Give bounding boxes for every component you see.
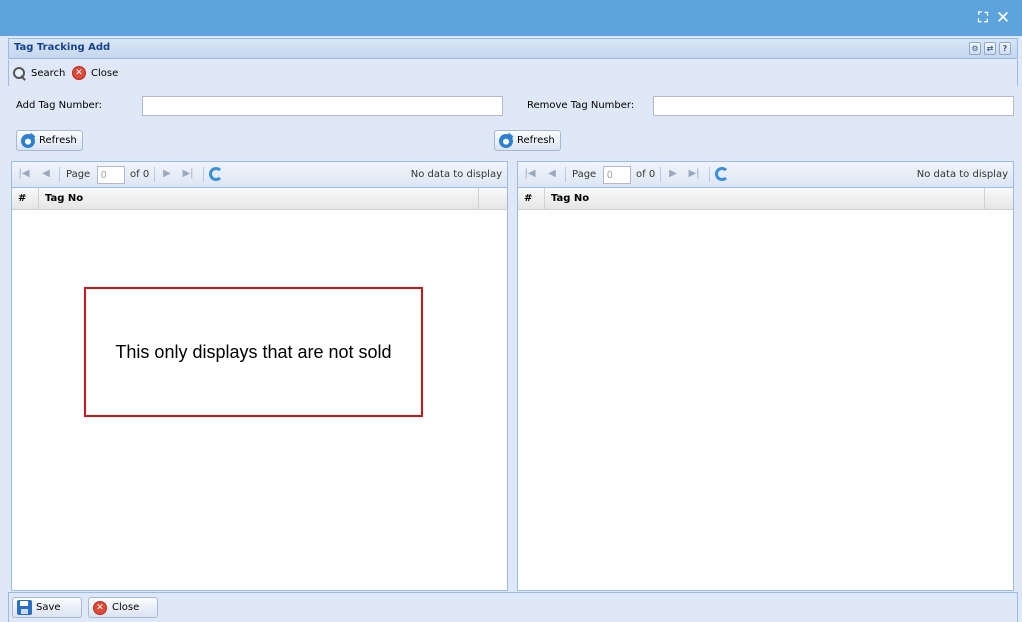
add-tag-label: Add Tag Number: <box>16 100 103 111</box>
grid-refresh-icon[interactable] <box>715 167 729 181</box>
separator <box>660 167 661 182</box>
first-page-icon[interactable]: |◀ <box>18 168 30 180</box>
grid-refresh-icon[interactable] <box>209 167 223 181</box>
search-button[interactable]: Search <box>12 65 65 81</box>
separator <box>709 167 710 182</box>
gear-icon[interactable]: ⚙ <box>969 42 981 55</box>
last-page-icon[interactable]: ▶| <box>688 168 700 180</box>
close-button[interactable]: ✕ Close <box>72 65 118 81</box>
save-label: Save <box>36 602 61 613</box>
column-tag-no[interactable]: Tag No <box>545 188 985 209</box>
annotation-callout: This only displays that are not sold <box>84 287 423 417</box>
maximize-icon[interactable]: ⛶ <box>975 9 991 27</box>
panel-title: Tag Tracking Add <box>14 42 111 53</box>
close-label: Close <box>91 67 119 79</box>
prev-page-icon[interactable]: ◀ <box>546 168 558 180</box>
page-label: Page <box>572 169 597 180</box>
last-page-icon[interactable]: ▶| <box>182 168 194 180</box>
refresh-label: Refresh <box>39 135 77 146</box>
refresh-icon <box>499 133 513 148</box>
close-icon: ✕ <box>93 600 107 615</box>
separator <box>565 167 566 182</box>
next-page-icon[interactable]: ▶ <box>161 168 173 180</box>
column-number[interactable]: # <box>518 188 545 209</box>
separator <box>59 167 60 182</box>
footer-toolbar: Save ✕ Close <box>8 592 1018 622</box>
refresh-button-right[interactable]: Refresh <box>494 130 561 151</box>
panel-header: Tag Tracking Add ⚙ ⇄ ? <box>8 38 1018 59</box>
paging-toolbar: |◀ ◀ Page of 0 ▶ ▶| No data to display <box>12 162 507 188</box>
help-icon[interactable]: ? <box>999 42 1011 55</box>
separator <box>203 167 204 182</box>
next-page-icon[interactable]: ▶ <box>667 168 679 180</box>
empty-message: No data to display <box>410 169 502 180</box>
page-input[interactable] <box>603 166 631 184</box>
grid-header: # Tag No <box>518 188 1013 210</box>
remove-tag-label: Remove Tag Number: <box>527 100 635 111</box>
remove-tags-grid: |◀ ◀ Page of 0 ▶ ▶| No data to display #… <box>517 161 1014 591</box>
remove-tag-input[interactable] <box>653 96 1014 116</box>
page-count-label: of 0 <box>130 169 150 180</box>
empty-message: No data to display <box>916 169 1008 180</box>
grid-header: # Tag No <box>12 188 507 210</box>
refresh-icon <box>21 133 35 148</box>
page-count-label: of 0 <box>636 169 656 180</box>
first-page-icon[interactable]: |◀ <box>524 168 536 180</box>
close-icon: ✕ <box>72 66 86 80</box>
save-button[interactable]: Save <box>12 597 82 618</box>
column-tag-no[interactable]: Tag No <box>39 188 479 209</box>
refresh-icon[interactable]: ⇄ <box>984 42 996 55</box>
page-label: Page <box>66 169 91 180</box>
toolbar: Search ✕ Close <box>8 60 1018 86</box>
save-icon <box>17 600 32 615</box>
close-label: Close <box>112 602 140 613</box>
search-icon <box>12 66 27 81</box>
refresh-button-left[interactable]: Refresh <box>16 130 83 151</box>
footer-close-button[interactable]: ✕ Close <box>88 597 158 618</box>
refresh-label: Refresh <box>517 135 555 146</box>
prev-page-icon[interactable]: ◀ <box>40 168 52 180</box>
paging-toolbar: |◀ ◀ Page of 0 ▶ ▶| No data to display <box>518 162 1013 188</box>
separator <box>154 167 155 182</box>
column-number[interactable]: # <box>12 188 39 209</box>
window-titlebar: ⛶ ✕ <box>0 0 1022 36</box>
close-window-icon[interactable]: ✕ <box>995 9 1011 27</box>
page-input[interactable] <box>97 166 125 184</box>
search-label: Search <box>31 67 66 79</box>
add-tag-input[interactable] <box>142 96 503 116</box>
annotation-text: This only displays that are not sold <box>115 341 392 362</box>
